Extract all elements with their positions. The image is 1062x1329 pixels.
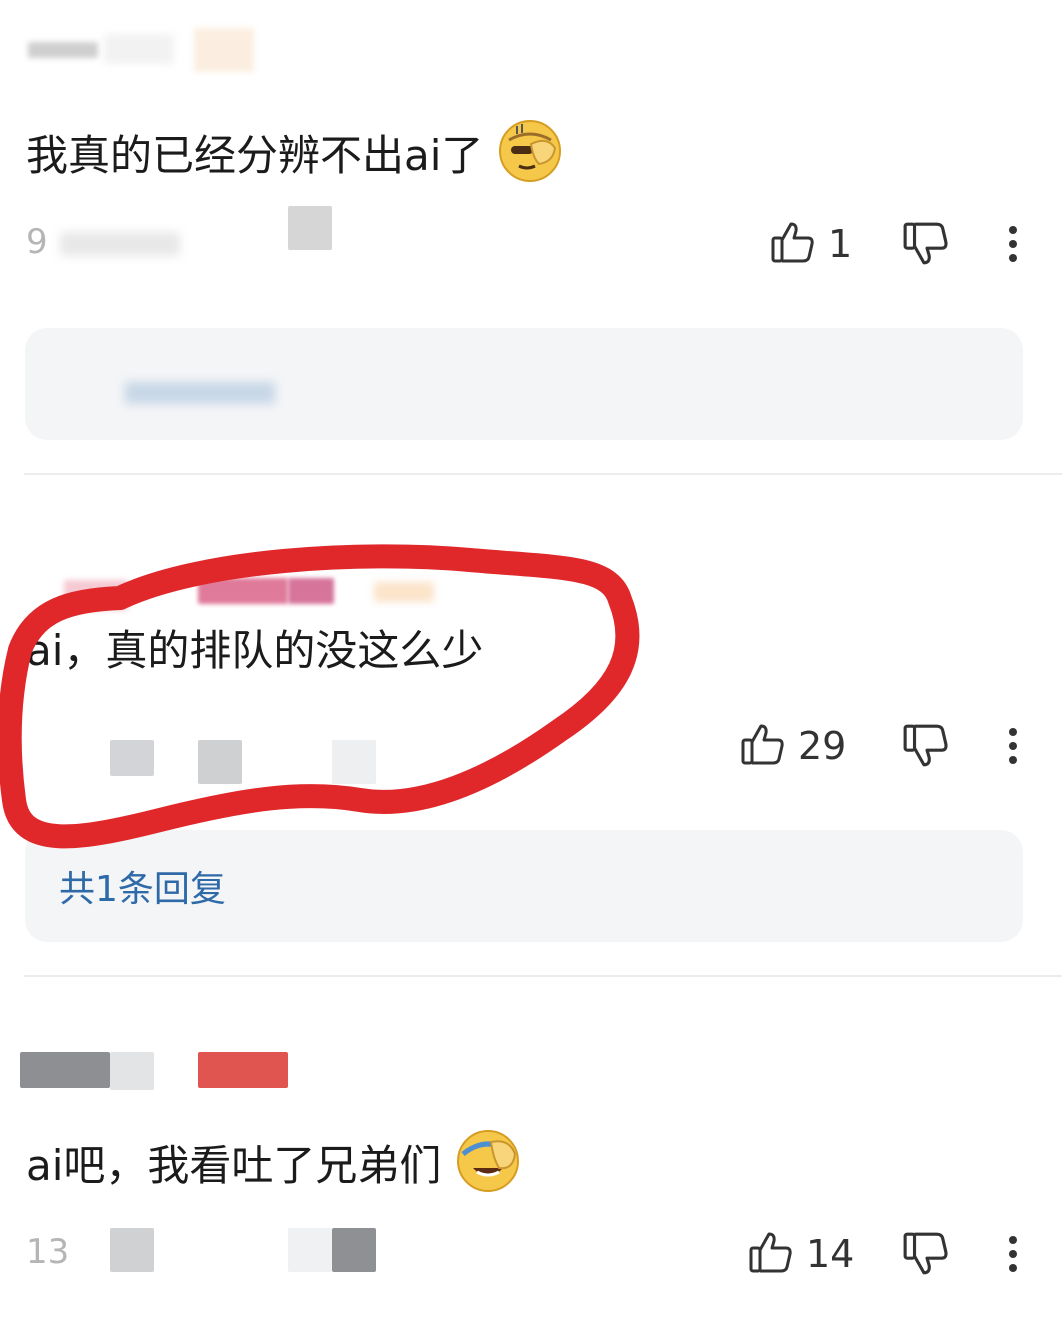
- facepalm-emoji: [497, 118, 563, 199]
- like-button[interactable]: 29: [740, 716, 846, 776]
- username-redacted: [24, 28, 264, 72]
- dislike-button[interactable]: [902, 722, 950, 770]
- view-replies-link[interactable]: 共1条回复: [59, 860, 226, 912]
- laughing-cover-face-emoji: [455, 1128, 521, 1209]
- comment-text: 我真的已经分辨不出ai了: [26, 118, 563, 199]
- reply-link-redacted: [125, 382, 275, 404]
- comment-text: ai吧，我看吐了兄弟们: [26, 1128, 521, 1209]
- comment-item: ai，真的排队的没这么少 29 共1条回复: [0, 476, 1062, 976]
- more-button[interactable]: [998, 220, 1028, 268]
- more-vertical-icon: [998, 728, 1028, 774]
- like-count: 14: [806, 1232, 855, 1276]
- more-button[interactable]: [998, 1230, 1028, 1278]
- username-redacted: [24, 572, 444, 616]
- like-count: 1: [828, 222, 853, 266]
- thumbs-up-icon: [740, 721, 786, 771]
- comment-item: 我真的已经分辨不出ai了 9 1: [0, 0, 1062, 470]
- comment-actions: 29: [0, 716, 1062, 776]
- like-button[interactable]: 1: [770, 214, 852, 274]
- like-count: 29: [798, 724, 847, 768]
- comment-item: ai吧，我看吐了兄弟们 13 14: [0, 978, 1062, 1329]
- thumbs-down-icon: [902, 1232, 950, 1282]
- comment-text: ai，真的排队的没这么少: [26, 626, 484, 675]
- dislike-button[interactable]: [902, 220, 950, 268]
- more-vertical-icon: [998, 1236, 1028, 1282]
- thumbs-down-icon: [902, 222, 950, 272]
- like-button[interactable]: 14: [748, 1224, 854, 1284]
- dislike-button[interactable]: [902, 1230, 950, 1278]
- thumbs-up-icon: [748, 1229, 794, 1279]
- comment-actions: 14: [0, 1224, 1062, 1284]
- reply-panel: 共1条回复: [25, 830, 1023, 942]
- username-redacted: [20, 1050, 324, 1094]
- thumbs-up-icon: [770, 219, 816, 269]
- more-button[interactable]: [998, 722, 1028, 770]
- divider: [24, 473, 1062, 475]
- more-vertical-icon: [998, 226, 1028, 272]
- comment-actions: 1: [0, 214, 1062, 274]
- thumbs-down-icon: [902, 724, 950, 774]
- reply-panel[interactable]: [25, 328, 1023, 440]
- divider: [24, 975, 1062, 977]
